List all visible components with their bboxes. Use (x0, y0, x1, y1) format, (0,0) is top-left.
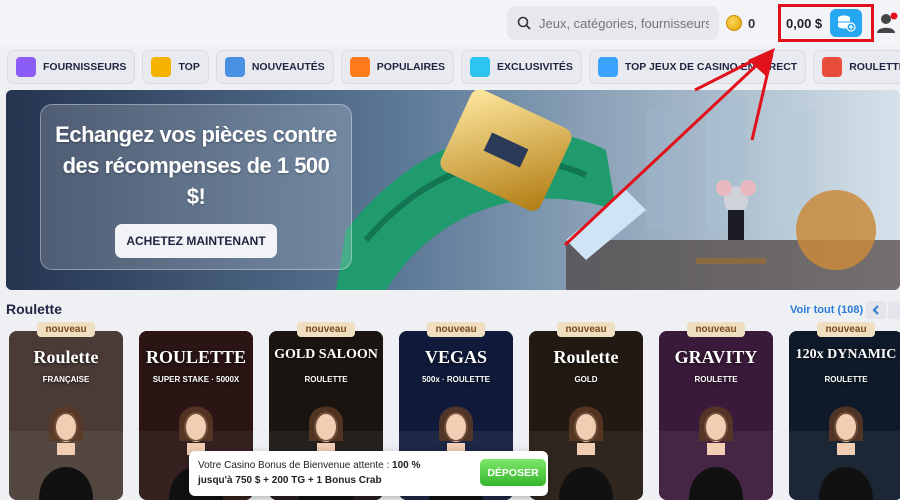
bonus-text: Votre Casino Bonus de Bienvenue attente … (198, 458, 448, 488)
search-icon (517, 16, 531, 30)
roulette-icon (822, 57, 843, 77)
balance-widget[interactable]: 0,00 $ (778, 4, 874, 42)
deposit-icon (838, 15, 856, 32)
deposit-button[interactable] (830, 9, 863, 37)
category-label: ROULETTE (849, 61, 900, 73)
game-subtitle: SUPER STAKE · 5000X (152, 375, 240, 384)
game-title: ROULETTE (145, 347, 247, 367)
category-top-jeux-de-casino-en-direct[interactable]: TOP JEUX DE CASINO EN DIRECT (588, 50, 807, 84)
new-badge: nouveau (687, 322, 745, 337)
category-label: FOURNISSEURS (43, 61, 127, 73)
coin-icon (726, 15, 742, 31)
balance-amount: 0,00 $ (786, 15, 823, 31)
user-icon (877, 12, 898, 33)
bonus-line1: Votre Casino Bonus de Bienvenue attente … (198, 460, 393, 471)
category-label: EXCLUSIVITÉS (497, 61, 573, 73)
section-title: Roulette (6, 301, 62, 317)
megaphone-icon (224, 57, 245, 77)
game-card[interactable]: Roulette FRANÇAISE (9, 331, 123, 500)
trophy-icon (151, 57, 172, 77)
category-nouveaut-s[interactable]: NOUVEAUTÉS (215, 50, 334, 84)
game-subtitle: ROULETTE (694, 375, 738, 384)
search-input[interactable] (539, 15, 709, 31)
game-title: Roulette (553, 347, 619, 367)
game-title: 120x DYNAMIC (795, 347, 897, 362)
category-exclusivit-s[interactable]: EXCLUSIVITÉS (461, 50, 582, 84)
fire-icon (349, 57, 370, 77)
carousel-prev-button[interactable] (866, 301, 886, 319)
new-badge: nouveau (37, 322, 95, 337)
game-card[interactable]: 120x DYNAMIC ROULETTE (789, 331, 900, 500)
promo-banner[interactable]: Echangez vos pièces contre des récompens… (6, 90, 900, 290)
category-populaires[interactable]: POPULAIRES (340, 50, 455, 84)
category-nav: FOURNISSEURS TOP NOUVEAUTÉS POPULAIRES EXCLU… (0, 50, 900, 86)
promo-card: Echangez vos pièces contre des récompens… (40, 104, 352, 270)
user-menu-button[interactable] (876, 12, 898, 34)
game-title: VEGAS (424, 347, 487, 367)
new-badge: nouveau (557, 322, 615, 337)
game-title: GOLD SALOON (274, 347, 378, 362)
new-badge: nouveau (297, 322, 355, 337)
new-badge: nouveau (427, 322, 485, 337)
see-all-link[interactable]: Voir tout (108) (790, 304, 863, 316)
game-card[interactable]: GRAVITY ROULETTE (659, 331, 773, 500)
search-bar[interactable] (507, 6, 719, 40)
category-label: POPULAIRES (376, 61, 446, 73)
category-fournisseurs[interactable]: FOURNISSEURS (7, 50, 136, 84)
game-subtitle: ROULETTE (304, 375, 348, 384)
category-top[interactable]: TOP (142, 50, 209, 84)
category-label: NOUVEAUTÉS (251, 61, 325, 73)
diamond-icon (470, 57, 491, 77)
bonus-offer: jusqu'à 750 $ + 200 TG + 1 Bonus Crab (198, 475, 382, 486)
providers-icon (16, 57, 36, 77)
carousel-next-button[interactable] (888, 301, 900, 319)
category-label: TOP JEUX DE CASINO EN DIRECT (624, 61, 798, 73)
game-subtitle: GOLD (574, 375, 598, 384)
coin-count: 0 (748, 15, 756, 31)
promo-title: Echangez vos pièces contre des récompens… (55, 122, 337, 209)
game-title: Roulette (33, 347, 99, 367)
new-badge: nouveau (817, 322, 875, 337)
chevron-left-icon (872, 305, 879, 315)
live-dealer-icon (597, 57, 618, 77)
game-subtitle: 500x · ROULETTE (421, 375, 490, 384)
top-bar: 0 0,00 $ (0, 0, 900, 46)
deposit-cta-button[interactable]: DÉPOSER (480, 459, 546, 486)
bonus-percent: 100 % (392, 460, 421, 471)
game-title: GRAVITY (674, 347, 758, 367)
buy-now-button[interactable]: ACHETEZ MAINTENANT (115, 224, 277, 258)
bonus-popup: Votre Casino Bonus de Bienvenue attente … (189, 451, 548, 496)
category-roulette[interactable]: ROULETTE (813, 50, 900, 84)
game-subtitle: FRANÇAISE (42, 375, 90, 384)
game-subtitle: ROULETTE (824, 375, 868, 384)
coin-balance[interactable]: 0 (726, 6, 772, 40)
category-label: TOP (178, 61, 200, 73)
